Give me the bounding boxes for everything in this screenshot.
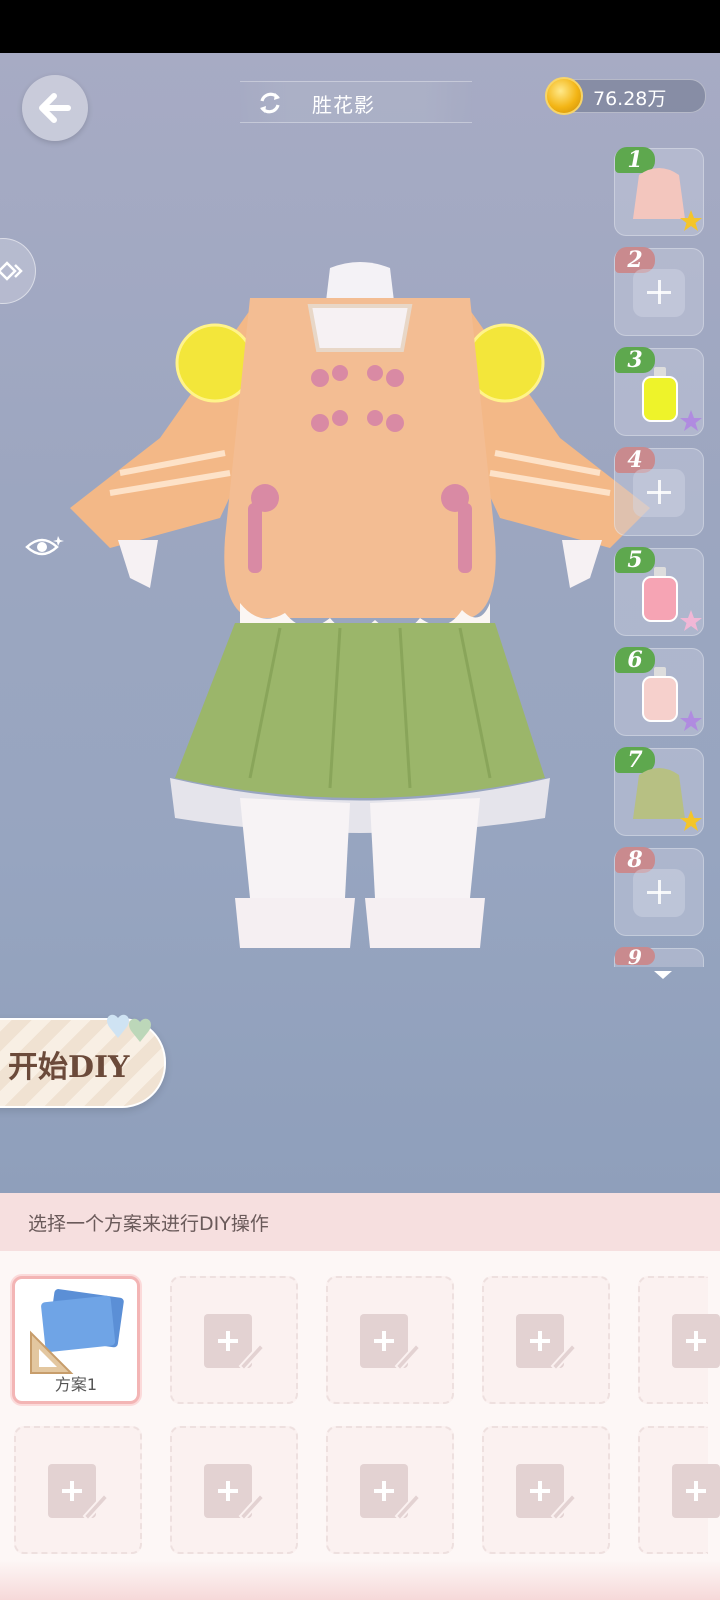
outfit-title-bar[interactable]: 胜花影: [240, 81, 472, 123]
status-bar: [0, 0, 720, 53]
expand-panel-button[interactable]: [0, 238, 36, 304]
plan-label: 方案1: [54, 1375, 98, 1394]
plan-card-empty[interactable]: [482, 1276, 610, 1404]
add-plan-icon: [516, 1314, 576, 1372]
item-slot-partial[interactable]: 9: [614, 947, 704, 967]
plan-card-empty[interactable]: [14, 1426, 142, 1554]
back-arrow-icon: [39, 93, 71, 123]
start-diy-label: 开始DIY: [8, 1050, 130, 1085]
hint-text: 选择一个方案来进行DIY操作: [28, 1213, 269, 1235]
gold-star-icon: [680, 210, 702, 231]
item-slot[interactable]: 3: [614, 347, 704, 436]
item-slot-empty[interactable]: 2: [614, 247, 704, 336]
dye-bottle-icon: [642, 667, 678, 722]
add-icon: [633, 269, 685, 317]
coin-balance: 76.28万: [545, 77, 706, 115]
blueprint-ruler-icon: [30, 1289, 124, 1374]
purple-star-icon: [680, 410, 702, 431]
gold-star-icon: [680, 810, 702, 831]
item-slot[interactable]: 6: [614, 647, 704, 736]
diamond-arrow-icon: [0, 261, 23, 281]
add-plan-icon: [48, 1464, 108, 1522]
item-slot[interactable]: 1: [614, 147, 704, 236]
plan-card-empty[interactable]: [638, 1276, 720, 1404]
add-plan-icon: [204, 1464, 264, 1522]
dye-bottle-icon: [642, 567, 678, 622]
item-slot-empty[interactable]: 4: [614, 447, 704, 536]
footer-decoration: [0, 1560, 720, 1600]
rainbow-star-icon: [680, 610, 702, 631]
plan-card-empty[interactable]: [482, 1426, 610, 1554]
outfit-title: 胜花影: [312, 93, 375, 117]
coin-amount: 76.28万: [593, 88, 667, 110]
add-icon: [633, 869, 685, 917]
start-diy-button[interactable]: 开始DIY: [0, 1014, 166, 1108]
plan-card-empty[interactable]: [170, 1276, 298, 1404]
hearts-decoration-icon: [107, 1014, 151, 1042]
dye-bottle-icon: [642, 367, 678, 422]
hint-bar: 选择一个方案来进行DIY操作: [0, 1193, 720, 1251]
purple-star-icon: [680, 710, 702, 731]
scroll-down-icon[interactable]: [654, 971, 672, 979]
add-plan-icon: [672, 1464, 720, 1518]
plan-panel: 选择一个方案来进行DIY操作 方案1: [0, 1193, 720, 1600]
item-slot[interactable]: 5: [614, 547, 704, 636]
plan-card-empty[interactable]: [326, 1276, 454, 1404]
add-plan-icon: [360, 1314, 420, 1372]
add-plan-icon: [516, 1464, 576, 1522]
plan-card-empty[interactable]: [638, 1426, 720, 1554]
slot-number: 9: [615, 947, 655, 967]
coin-icon: [545, 77, 583, 115]
refresh-icon[interactable]: [256, 89, 284, 117]
add-plan-icon: [360, 1464, 420, 1522]
plan-card-selected[interactable]: 方案1: [12, 1276, 140, 1404]
add-icon: [633, 469, 685, 517]
plan-card-empty[interactable]: [326, 1426, 454, 1554]
add-plan-icon: [204, 1314, 264, 1372]
item-slot[interactable]: 7: [614, 747, 704, 836]
item-slot-empty[interactable]: 8: [614, 847, 704, 936]
outfit-model[interactable]: [50, 258, 670, 958]
back-button[interactable]: [22, 75, 88, 141]
add-plan-icon: [672, 1314, 720, 1368]
outfit-preview-stage: 胜花影 76.28万 1 2 3 4 5 6 7 8 9 开始DIY: [0, 53, 720, 1193]
plan-card-empty[interactable]: [170, 1426, 298, 1554]
